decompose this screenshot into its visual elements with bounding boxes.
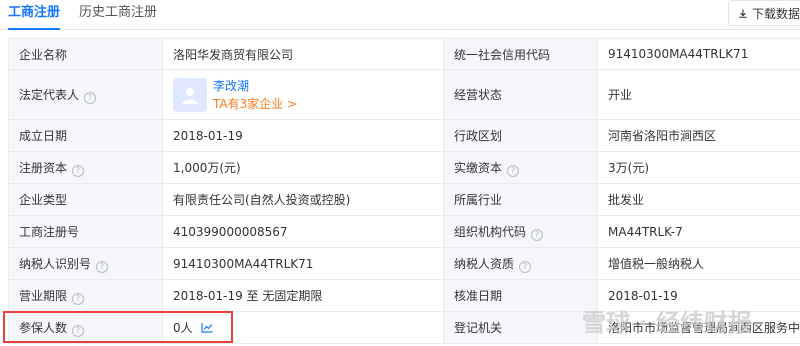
- label-insured-count: 参保人数: [19, 320, 68, 335]
- table-row: 营业期限? 2018-01-19 至 无固定期限 核准日期 2018-01-19: [8, 279, 800, 312]
- label-approval-date: 核准日期: [443, 279, 598, 312]
- label-registered-capital-cell: 注册资本?: [8, 151, 163, 184]
- download-label: 下载数据: [751, 6, 800, 21]
- value-business-status: 开业: [597, 69, 800, 120]
- value-registration-number: 410399000008567: [162, 215, 444, 248]
- value-business-term: 2018-01-19 至 无固定期限: [162, 279, 444, 312]
- label-business-status: 经营状态: [443, 69, 598, 120]
- label-admin-region: 行政区划: [443, 119, 598, 152]
- question-circle-icon[interactable]: ?: [507, 164, 520, 177]
- legal-rep-name-link[interactable]: 李改潮: [213, 78, 297, 94]
- question-circle-icon[interactable]: ?: [72, 164, 85, 177]
- label-legal-rep-cell: 法定代表人?: [8, 69, 163, 120]
- value-credit-code: 91410300MA44TRLK71: [597, 38, 800, 70]
- question-circle-icon[interactable]: ?: [531, 228, 544, 241]
- label-company-type: 企业类型: [8, 183, 163, 216]
- question-circle-icon[interactable]: ?: [72, 292, 85, 305]
- label-industry: 所属行业: [443, 183, 598, 216]
- label-registration-number: 工商注册号: [8, 215, 163, 248]
- value-insured-count-cell: 0人: [162, 311, 444, 344]
- tab-history-registration[interactable]: 历史工商注册: [79, 4, 157, 22]
- table-row: 成立日期 2018-01-19 行政区划 河南省洛阳市涧西区: [8, 119, 800, 152]
- value-taxpayer-qualification: 增值税一般纳税人: [597, 247, 800, 280]
- value-insured-count: 0人: [173, 321, 193, 335]
- label-registered-capital: 注册资本: [19, 160, 68, 175]
- question-circle-icon[interactable]: ?: [72, 324, 85, 337]
- label-established-date: 成立日期: [8, 119, 163, 152]
- table-row: 工商注册号 410399000008567 组织机构代码? MA44TRLK-7: [8, 215, 800, 248]
- label-taxpayer-qualification-cell: 纳税人资质?: [443, 247, 598, 280]
- label-taxpayer-id: 纳税人识别号: [19, 256, 92, 271]
- download-data-button[interactable]: 下载数据: [728, 0, 800, 26]
- label-insured-count-cell: 参保人数?: [8, 311, 163, 344]
- label-org-code-cell: 组织机构代码?: [443, 215, 598, 248]
- value-legal-rep-cell: 李改潮 TA有3家企业 >: [162, 69, 444, 120]
- table-row: 企业类型 有限责任公司(自然人投资或控股) 所属行业 批发业: [8, 183, 800, 216]
- table-row: 注册资本? 1,000万(元) 实缴资本? 3万(元): [8, 151, 800, 184]
- label-taxpayer-qualification: 纳税人资质: [454, 256, 515, 271]
- question-circle-icon[interactable]: ?: [84, 91, 97, 104]
- label-taxpayer-id-cell: 纳税人识别号?: [8, 247, 163, 280]
- table-row: 法定代表人? 李改潮 TA有3家企业 > 经营状态 开业: [8, 69, 800, 120]
- label-org-code: 组织机构代码: [454, 224, 527, 239]
- value-paid-capital: 3万(元): [597, 151, 800, 184]
- table-row: 参保人数? 0人 登记机关 洛阳市市场监督管理局涧西区服务中心: [8, 311, 800, 344]
- value-approval-date: 2018-01-19: [597, 279, 800, 312]
- value-registration-authority: 洛阳市市场监督管理局涧西区服务中心: [597, 311, 800, 344]
- line-chart-icon[interactable]: [201, 322, 213, 333]
- value-established-date: 2018-01-19: [162, 119, 444, 152]
- person-icon: [182, 87, 198, 104]
- value-org-code: MA44TRLK-7: [597, 215, 800, 248]
- label-company-name: 企业名称: [8, 38, 163, 70]
- value-company-name: 洛阳华发商贸有限公司: [162, 38, 444, 70]
- table-row: 纳税人识别号? 91410300MA44TRLK71 纳税人资质? 增值税一般纳…: [8, 247, 800, 280]
- business-info-table: 企业名称 洛阳华发商贸有限公司 统一社会信用代码 91410300MA44TRL…: [8, 38, 800, 344]
- value-admin-region: 河南省洛阳市涧西区: [597, 119, 800, 152]
- label-business-term-cell: 营业期限?: [8, 279, 163, 312]
- question-circle-icon[interactable]: ?: [96, 260, 109, 273]
- value-taxpayer-id: 91410300MA44TRLK71: [162, 247, 444, 280]
- label-credit-code: 统一社会信用代码: [443, 38, 598, 70]
- avatar[interactable]: [173, 77, 207, 112]
- question-circle-icon[interactable]: ?: [519, 260, 532, 273]
- label-paid-capital: 实缴资本: [454, 160, 503, 175]
- label-business-term: 营业期限: [19, 288, 68, 303]
- download-icon: [739, 8, 747, 18]
- tab-registration[interactable]: 工商注册: [8, 4, 61, 30]
- tab-bar: 工商注册 历史工商注册 下载数据: [0, 0, 800, 30]
- label-registration-authority: 登记机关: [443, 311, 598, 344]
- value-registered-capital: 1,000万(元): [162, 151, 444, 184]
- label-paid-capital-cell: 实缴资本?: [443, 151, 598, 184]
- value-company-type: 有限责任公司(自然人投资或控股): [162, 183, 444, 216]
- legal-rep-companies-link[interactable]: TA有3家企业 >: [213, 96, 297, 112]
- value-industry: 批发业: [597, 183, 800, 216]
- label-legal-rep: 法定代表人: [19, 87, 80, 102]
- table-row: 企业名称 洛阳华发商贸有限公司 统一社会信用代码 91410300MA44TRL…: [8, 38, 800, 70]
